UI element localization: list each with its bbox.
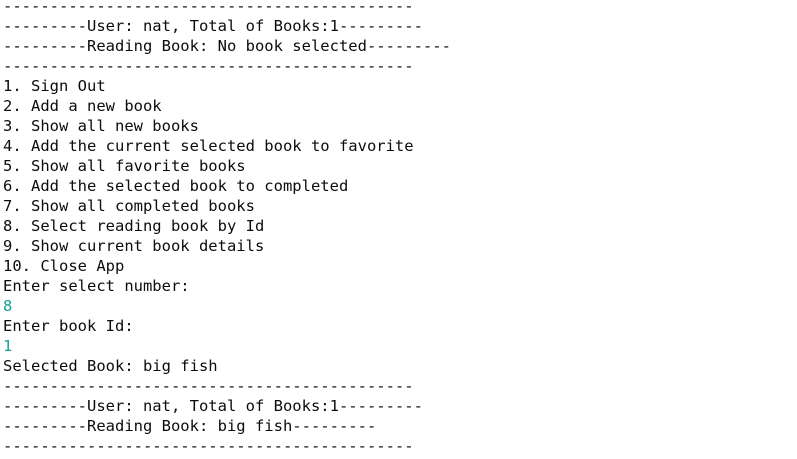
menu-item-add-completed: 6. Add the selected book to completed — [3, 177, 349, 195]
menu-item-add-favorite: 4. Add the current selected book to favo… — [3, 137, 414, 155]
separator-line: ----------------------------------------… — [3, 377, 414, 395]
menu-item-show-new-books: 3. Show all new books — [3, 117, 199, 135]
menu-item-add-book: 2. Add a new book — [3, 97, 162, 115]
menu-item-close-app: 10. Close App — [3, 257, 125, 275]
menu-item-select-book: 8. Select reading book by Id — [3, 217, 265, 235]
reading-book-header: ---------Reading Book: big fish--------- — [3, 417, 377, 435]
separator-line: ----------------------------------------… — [3, 57, 414, 75]
separator-line: ----------------------------------------… — [3, 0, 414, 15]
book-id-input[interactable]: 1 — [3, 336, 797, 356]
console-output[interactable]: ----------------------------------------… — [0, 0, 797, 455]
menu-item-show-completed: 7. Show all completed books — [3, 197, 255, 215]
separator-line: ----------------------------------------… — [3, 437, 414, 455]
menu-item-show-favorites: 5. Show all favorite books — [3, 157, 246, 175]
book-id-prompt: Enter book Id: — [3, 317, 134, 335]
user-summary-header: ---------User: nat, Total of Books:1----… — [3, 17, 423, 35]
selected-book-output: Selected Book: big fish — [3, 357, 218, 375]
user-summary-header: ---------User: nat, Total of Books:1----… — [3, 397, 423, 415]
reading-book-header: ---------Reading Book: No book selected-… — [3, 37, 451, 55]
select-number-prompt: Enter select number: — [3, 277, 190, 295]
menu-item-book-details: 9. Show current book details — [3, 237, 265, 255]
menu-item-sign-out: 1. Sign Out — [3, 77, 106, 95]
select-number-input[interactable]: 8 — [3, 296, 797, 316]
